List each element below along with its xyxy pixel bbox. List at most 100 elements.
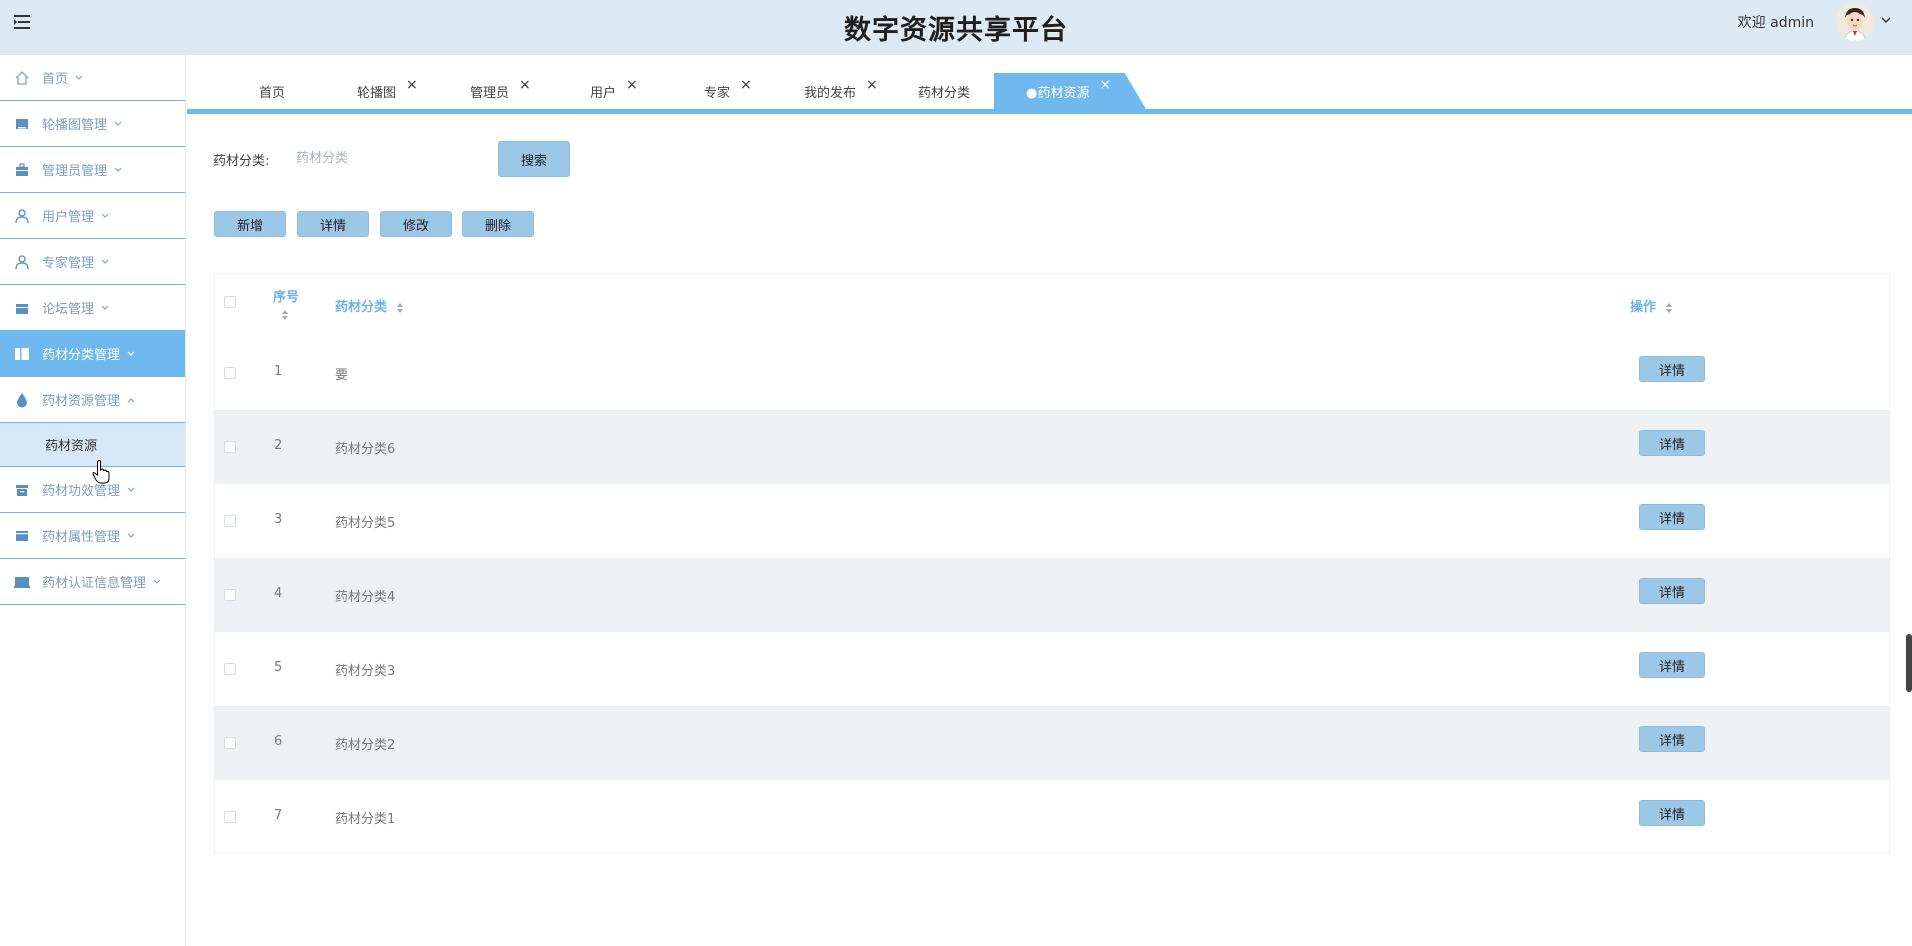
row-index: 2 bbox=[274, 438, 283, 453]
chevron-down-icon[interactable] bbox=[1880, 14, 1892, 26]
row-detail-button[interactable]: 详情 bbox=[1639, 726, 1705, 752]
archive-icon bbox=[16, 484, 28, 496]
user-avatar[interactable] bbox=[1836, 3, 1874, 41]
row-index: 5 bbox=[274, 660, 283, 675]
column-header-operation[interactable]: 操作 bbox=[1630, 296, 1673, 315]
tab-my-posts[interactable]: 我的发布 × bbox=[804, 73, 878, 109]
sort-icon[interactable] bbox=[396, 302, 404, 314]
edit-button[interactable]: 修改 bbox=[380, 211, 452, 237]
submenu-item-label: 药材资源 bbox=[45, 439, 98, 454]
chevron-down-icon bbox=[127, 351, 135, 356]
tab-label: 首页 bbox=[259, 85, 286, 101]
close-icon[interactable]: × bbox=[406, 77, 418, 93]
row-category: 药材分类5 bbox=[335, 516, 396, 531]
row-index: 4 bbox=[274, 586, 283, 601]
sidebar-item-label: 药材属性管理 bbox=[42, 530, 121, 545]
user-icon bbox=[15, 208, 29, 223]
row-detail-button[interactable]: 详情 bbox=[1639, 504, 1705, 530]
table-row: 1 要 详情 bbox=[215, 336, 1889, 410]
sidebar-item-forum[interactable]: 论坛管理 bbox=[0, 285, 185, 331]
row-checkbox[interactable] bbox=[224, 663, 236, 675]
sidebar-item-admins[interactable]: 管理员管理 bbox=[0, 147, 185, 193]
close-icon[interactable]: × bbox=[626, 77, 638, 93]
column-header-category[interactable]: 药材分类 bbox=[335, 296, 404, 315]
sidebar-item-experts[interactable]: 专家管理 bbox=[0, 239, 185, 285]
card-icon bbox=[16, 530, 28, 541]
add-button[interactable]: 新增 bbox=[214, 211, 286, 237]
search-input[interactable] bbox=[294, 143, 484, 173]
chevron-down-icon bbox=[127, 487, 135, 492]
close-icon[interactable]: × bbox=[519, 77, 531, 93]
row-detail-button[interactable]: 详情 bbox=[1639, 652, 1705, 678]
sidebar-item-carousel[interactable]: 轮播图管理 bbox=[0, 101, 185, 147]
search-button[interactable]: 搜索 bbox=[498, 141, 570, 177]
sidebar-item-label: 首页 bbox=[42, 72, 69, 87]
row-category: 药材分类2 bbox=[335, 738, 396, 753]
detail-button[interactable]: 详情 bbox=[297, 211, 369, 237]
close-icon[interactable]: × bbox=[1099, 77, 1111, 93]
row-checkbox[interactable] bbox=[224, 515, 236, 527]
sidebar-item-label: 管理员管理 bbox=[42, 164, 108, 179]
close-icon[interactable]: × bbox=[740, 77, 752, 93]
chevron-down-icon bbox=[101, 259, 109, 264]
table-row: 5 药材分类3 详情 bbox=[215, 632, 1889, 706]
row-detail-button[interactable]: 详情 bbox=[1639, 356, 1705, 382]
close-icon[interactable]: × bbox=[866, 77, 878, 93]
delete-button[interactable]: 删除 bbox=[462, 211, 534, 237]
table-row: 2 药材分类6 详情 bbox=[215, 410, 1889, 484]
tab-underline bbox=[187, 109, 1912, 114]
chevron-down-icon bbox=[114, 121, 122, 126]
search-label: 药材分类: bbox=[213, 154, 270, 169]
scrollbar-handle[interactable] bbox=[1906, 634, 1912, 692]
welcome-text: 欢迎 admin bbox=[1737, 15, 1814, 31]
row-checkbox[interactable] bbox=[224, 737, 236, 749]
tab-admins[interactable]: 管理员 × bbox=[470, 73, 531, 109]
sort-icon[interactable] bbox=[1665, 302, 1673, 314]
sidebar-item-users[interactable]: 用户管理 bbox=[0, 193, 185, 239]
tab-label: 轮播图 bbox=[357, 85, 397, 101]
table-header: 序号 药材分类 操作 bbox=[215, 274, 1889, 336]
row-checkbox[interactable] bbox=[224, 811, 236, 823]
table-row: 6 药材分类2 详情 bbox=[215, 706, 1889, 780]
site-title: 数字资源共享平台 bbox=[844, 15, 1068, 46]
top-header: 数字资源共享平台 欢迎 admin bbox=[0, 0, 1912, 55]
row-checkbox[interactable] bbox=[224, 367, 236, 379]
sidebar-item-herb-certification[interactable]: 药材认证信息管理 bbox=[0, 559, 185, 605]
tab-label: ●药材资源 bbox=[1026, 85, 1090, 101]
select-all-checkbox[interactable] bbox=[224, 296, 236, 308]
tab-herb-resource[interactable]: ●药材资源 × bbox=[994, 73, 1146, 109]
tab-experts[interactable]: 专家 × bbox=[704, 73, 752, 109]
row-detail-button[interactable]: 详情 bbox=[1639, 800, 1705, 826]
row-index: 6 bbox=[274, 734, 283, 749]
table-row: 3 药材分类5 详情 bbox=[215, 484, 1889, 558]
row-category: 药材分类1 bbox=[335, 812, 396, 827]
sidebar-item-herb-attribute[interactable]: 药材属性管理 bbox=[0, 513, 185, 559]
row-checkbox[interactable] bbox=[224, 441, 236, 453]
tab-label: 我的发布 bbox=[804, 85, 857, 101]
sidebar-item-label: 轮播图管理 bbox=[42, 118, 108, 133]
chevron-up-icon bbox=[127, 397, 135, 402]
row-detail-button[interactable]: 详情 bbox=[1639, 430, 1705, 456]
home-icon bbox=[15, 70, 29, 85]
row-checkbox[interactable] bbox=[224, 589, 236, 601]
chevron-down-icon bbox=[127, 533, 135, 538]
book-icon bbox=[15, 347, 29, 360]
row-category: 药材分类6 bbox=[335, 442, 396, 457]
tab-carousel[interactable]: 轮播图 × bbox=[357, 73, 418, 109]
sidebar-item-herb-category[interactable]: 药材分类管理 bbox=[0, 331, 185, 377]
sidebar-item-herb-resource[interactable]: 药材资源管理 bbox=[0, 377, 185, 423]
row-detail-button[interactable]: 详情 bbox=[1639, 578, 1705, 604]
sidebar-item-home[interactable]: 首页 bbox=[0, 55, 185, 101]
table-row: 7 药材分类1 详情 bbox=[215, 780, 1889, 854]
sort-icon[interactable] bbox=[281, 309, 289, 321]
tab-home[interactable]: 首页 bbox=[259, 73, 285, 109]
tab-users[interactable]: 用户 × bbox=[590, 73, 638, 109]
tab-herb-category[interactable]: 药材分类 bbox=[918, 73, 970, 109]
folder-icon bbox=[16, 303, 28, 314]
user-icon bbox=[15, 254, 29, 269]
column-header-index[interactable]: 序号 bbox=[273, 286, 299, 322]
chevron-down-icon bbox=[75, 75, 83, 80]
tab-label: 专家 bbox=[704, 85, 731, 101]
row-index: 7 bbox=[274, 808, 283, 823]
sidebar-item-label: 药材资源管理 bbox=[42, 394, 121, 409]
